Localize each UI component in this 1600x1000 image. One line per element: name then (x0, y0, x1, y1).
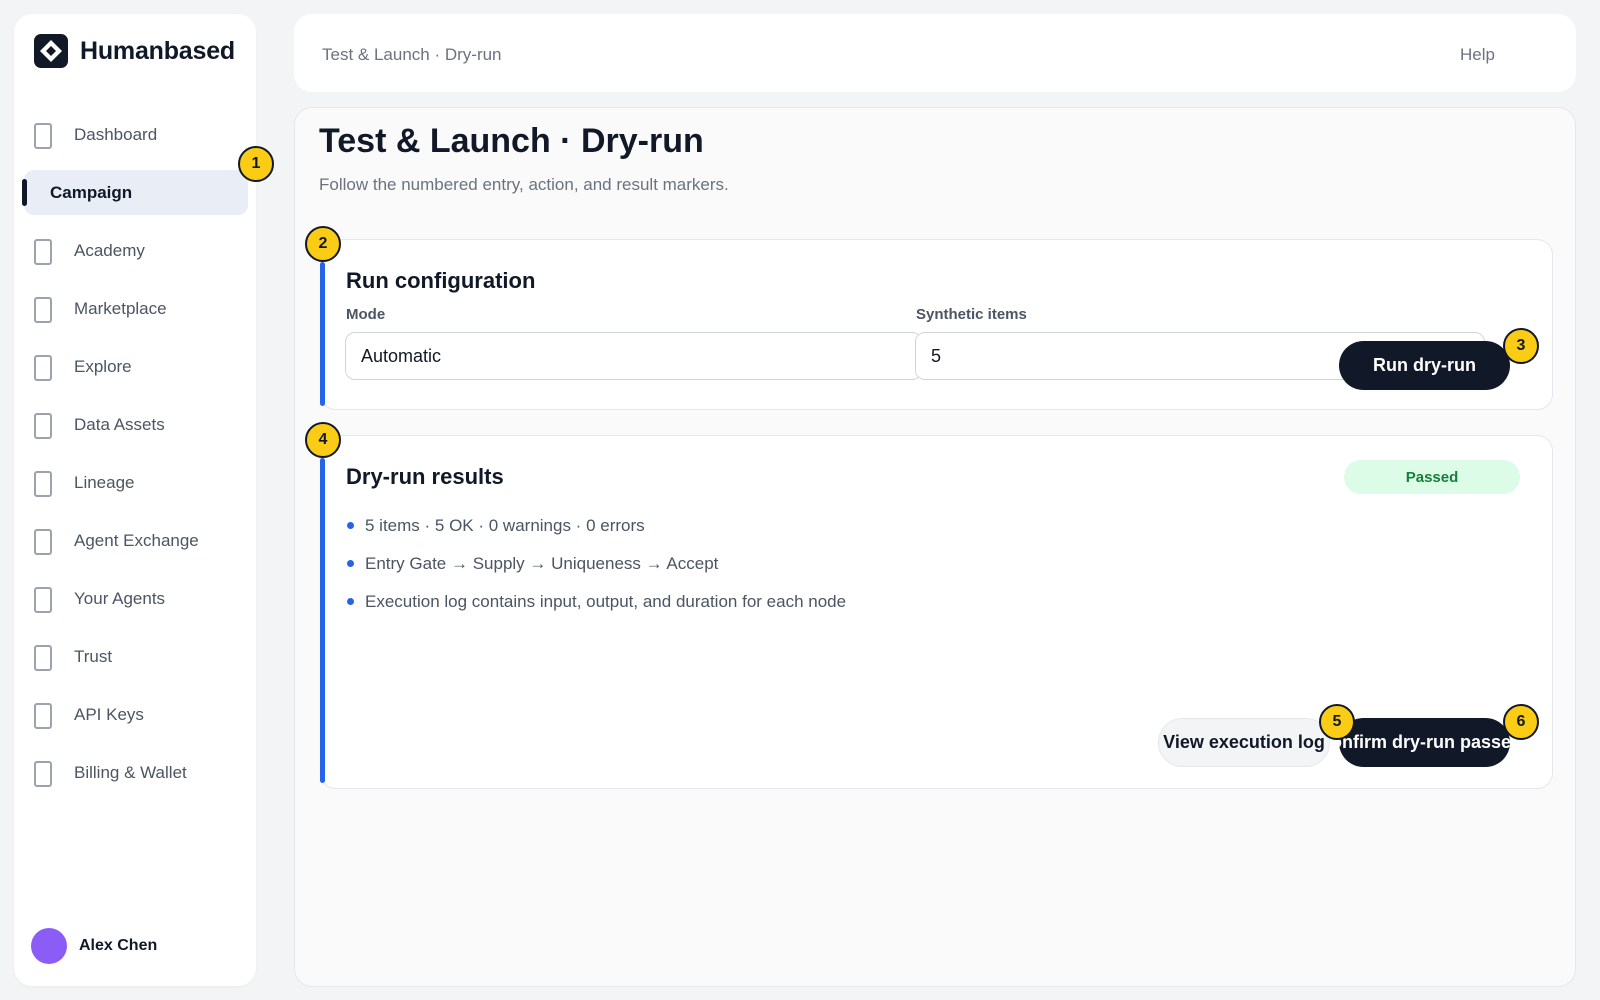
page-icon (34, 355, 52, 381)
list-item-text: Execution log contains input, output, an… (365, 592, 847, 611)
list-item: Entry Gate → Supply → Uniqueness → Accep… (346, 545, 846, 583)
sidebar-nav: Dashboard Campaign Academy Marketplace E… (14, 112, 256, 808)
card-title: Run configuration (346, 268, 536, 293)
main-panel: Test & Launch · Dry-run Follow the numbe… (294, 107, 1576, 987)
page-icon (34, 413, 52, 439)
active-indicator (22, 179, 27, 206)
run-dry-run-button[interactable]: Run dry-run (1339, 341, 1510, 390)
breadcrumb: Test & Launch · Dry-run (322, 45, 502, 64)
page-icon (34, 471, 52, 497)
sidebar-item-lineage[interactable]: Lineage (24, 460, 248, 505)
sidebar-item-campaign[interactable]: Campaign (22, 170, 248, 215)
brand-logo-icon (34, 34, 68, 68)
top-bar: Test & Launch · Dry-run Help (294, 14, 1576, 92)
marker-badge: 1 (238, 146, 274, 182)
card-title: Dry-run results (346, 464, 504, 489)
bullet-icon (347, 560, 354, 567)
sidebar-item-label: Data Assets (74, 414, 165, 434)
marker-badge: 5 (1319, 704, 1355, 740)
bullet-icon (347, 522, 354, 529)
brand[interactable]: Humanbased (34, 34, 235, 68)
page-subtitle: Follow the numbered entry, action, and r… (319, 175, 729, 194)
sidebar-item-label: Agent Exchange (74, 530, 199, 550)
page-icon (34, 123, 52, 149)
page-title: Test & Launch · Dry-run (319, 122, 704, 160)
sidebar-item-label: Billing & Wallet (74, 762, 187, 782)
sidebar-item-label: Lineage (74, 472, 135, 492)
sidebar-item-academy[interactable]: Academy (24, 228, 248, 273)
sidebar-item-label: Trust (74, 646, 113, 666)
results-list: 5 items · 5 OK · 0 warnings · 0 errors E… (346, 507, 846, 621)
user-name: Alex Chen (79, 937, 158, 954)
run-configuration-card: Run configuration Mode Automatic Synthet… (320, 239, 1553, 410)
sidebar-item-data-assets[interactable]: Data Assets (24, 402, 248, 447)
marker-badge: 2 (305, 226, 341, 262)
sidebar-item-billing-wallet[interactable]: Billing & Wallet (24, 750, 248, 795)
sidebar-item-trust[interactable]: Trust (24, 634, 248, 679)
confirm-button-label: Confirm dry-run passed (1339, 732, 1510, 752)
sidebar-item-label: Academy (74, 240, 145, 260)
page-icon (34, 297, 52, 323)
bullet-icon (347, 598, 354, 605)
page-icon (34, 587, 52, 613)
list-item-text: Entry Gate → Supply → Uniqueness → Accep… (365, 554, 719, 573)
sidebar-item-dashboard[interactable]: Dashboard (24, 112, 248, 157)
sidebar-item-label: Campaign (50, 182, 133, 202)
sidebar-item-marketplace[interactable]: Marketplace (24, 286, 248, 331)
page-icon (34, 761, 52, 787)
marker-badge: 4 (305, 422, 341, 458)
card-accent-bar (320, 262, 325, 406)
sidebar-item-label: Your Agents (74, 588, 166, 608)
marker-badge: 3 (1503, 328, 1539, 364)
sidebar-item-your-agents[interactable]: Your Agents (24, 576, 248, 621)
list-item: Execution log contains input, output, an… (346, 583, 846, 621)
sidebar: Humanbased Dashboard Campaign Academy Ma… (14, 14, 256, 986)
sidebar-item-label: Marketplace (74, 298, 167, 318)
mode-select[interactable]: Automatic (345, 332, 922, 380)
synthetic-items-label: Synthetic items (916, 306, 1027, 323)
list-item-text: 5 items · 5 OK · 0 warnings · 0 errors (365, 516, 645, 535)
sidebar-item-api-keys[interactable]: API Keys (24, 692, 248, 737)
help-link[interactable]: Help (1460, 45, 1495, 65)
page-icon (34, 529, 52, 555)
view-execution-log-button[interactable]: View execution log (1158, 718, 1330, 767)
card-accent-bar (320, 458, 325, 783)
page-icon (34, 239, 52, 265)
sidebar-item-label: API Keys (74, 704, 144, 724)
page-icon (34, 645, 52, 671)
dry-run-results-card: Dry-run results Passed 5 items · 5 OK · … (320, 435, 1553, 789)
list-item: 5 items · 5 OK · 0 warnings · 0 errors (346, 507, 846, 545)
confirm-dry-run-passed-button[interactable]: Confirm dry-run passed (1339, 718, 1510, 767)
sidebar-item-explore[interactable]: Explore (24, 344, 248, 389)
sidebar-item-label: Explore (74, 356, 132, 376)
mode-label: Mode (346, 306, 386, 323)
user-profile[interactable]: Alex Chen (31, 928, 157, 964)
marker-badge: 6 (1503, 704, 1539, 740)
brand-name: Humanbased (80, 36, 235, 65)
status-badge: Passed (1344, 460, 1520, 494)
sidebar-item-label: Dashboard (74, 124, 158, 144)
page-icon (34, 703, 52, 729)
sidebar-item-agent-exchange[interactable]: Agent Exchange (24, 518, 248, 563)
avatar (31, 928, 67, 964)
